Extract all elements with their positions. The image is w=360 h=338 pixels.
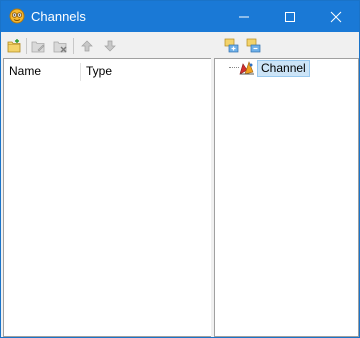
minimize-icon: [239, 16, 249, 18]
move-down-icon: [104, 40, 116, 52]
channel-list[interactable]: Name Type: [3, 58, 212, 337]
tree-connector: [229, 67, 239, 69]
maximize-icon: [285, 12, 295, 22]
channel-icon: [239, 60, 255, 76]
delete-channel-icon: [53, 41, 67, 53]
toolbar-separator: [73, 38, 74, 54]
close-icon: [330, 11, 342, 23]
close-button[interactable]: [313, 1, 359, 32]
edit-channel-icon: [31, 41, 45, 53]
collapse-all-button[interactable]: [244, 36, 264, 56]
channels-window: Channels Name Type Channel: [0, 0, 360, 338]
toolbar-separator: [26, 38, 27, 54]
left-toolbar: [1, 32, 213, 60]
move-up-button[interactable]: [77, 36, 97, 56]
expand-all-icon: [224, 38, 239, 53]
column-header-type[interactable]: Type: [81, 59, 206, 83]
tree-node-label[interactable]: Channel: [257, 60, 310, 77]
channel-tree[interactable]: Channel: [214, 58, 359, 337]
move-down-button[interactable]: [100, 36, 120, 56]
minimize-button[interactable]: [221, 1, 267, 32]
new-channel-icon: [7, 39, 21, 53]
delete-channel-button[interactable]: [50, 36, 70, 56]
move-up-icon: [81, 40, 93, 52]
new-channel-button[interactable]: [4, 36, 24, 56]
title-bar[interactable]: Channels: [1, 1, 359, 32]
column-header-name[interactable]: Name: [4, 59, 81, 83]
app-icon: [9, 8, 25, 24]
expand-all-button[interactable]: [222, 36, 242, 56]
edit-channel-button[interactable]: [28, 36, 48, 56]
collapse-all-icon: [246, 38, 261, 53]
window-title: Channels: [31, 9, 86, 24]
maximize-button[interactable]: [267, 1, 313, 32]
right-toolbar: [215, 32, 359, 60]
